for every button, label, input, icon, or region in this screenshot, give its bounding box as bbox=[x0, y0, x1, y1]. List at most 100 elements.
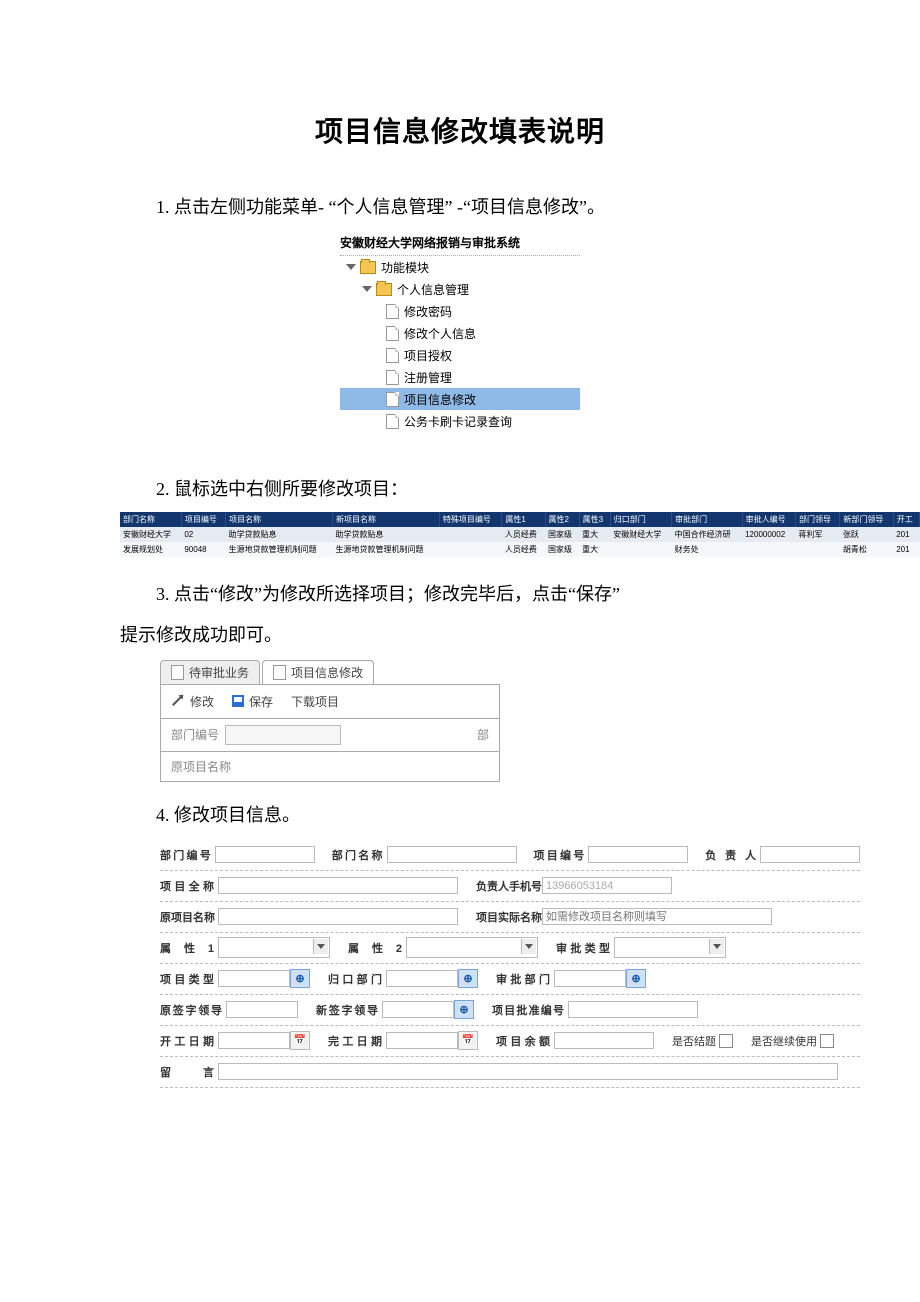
balance-field[interactable] bbox=[554, 1032, 654, 1049]
table-row[interactable]: 安徽财经大学02助学贷款贴息助学贷款贴息人员经费国家级重大安徽财经大学中国合作经… bbox=[120, 527, 920, 542]
lbl-attr1: 属 性 1 bbox=[160, 940, 218, 956]
review-type-select[interactable] bbox=[614, 937, 726, 958]
lbl-review-type: 审批类型 bbox=[556, 940, 614, 956]
continue-checkbox[interactable] bbox=[820, 1034, 834, 1048]
lookup-button[interactable]: ⊕ bbox=[454, 1000, 474, 1019]
download-button-label: 下载项目 bbox=[291, 693, 339, 710]
tree-item[interactable]: 修改个人信息 bbox=[340, 322, 580, 344]
menu-tree-screenshot: 安徽财经大学网络报销与审批系统 功能模块 个人信息管理 修改密码 修改个人信息 … bbox=[340, 232, 580, 432]
owner-phone-field[interactable] bbox=[542, 877, 672, 894]
table-cell bbox=[610, 542, 671, 557]
table-cell: 重大 bbox=[579, 542, 610, 557]
tree-root[interactable]: 功能模块 bbox=[340, 256, 580, 278]
table-cell: 120000002 bbox=[742, 527, 795, 542]
tree-item[interactable]: 修改密码 bbox=[340, 300, 580, 322]
lbl-closed: 是否结题 bbox=[672, 1033, 716, 1049]
owner-field[interactable] bbox=[760, 846, 860, 863]
download-button[interactable]: 下载项目 bbox=[291, 693, 339, 710]
table-cell: 生源地贷款管理机制问题 bbox=[333, 542, 440, 557]
tree-item-label: 公务卡刷卡记录查询 bbox=[404, 413, 512, 430]
file-icon bbox=[386, 414, 399, 429]
dept-name-field[interactable] bbox=[387, 846, 517, 863]
tree-item[interactable]: 项目授权 bbox=[340, 344, 580, 366]
lookup-button[interactable]: ⊕ bbox=[290, 969, 310, 988]
table-cell bbox=[796, 542, 840, 557]
edit-button[interactable]: 修改 bbox=[171, 693, 214, 710]
table-row[interactable]: 发展规划处90048生源地贷款管理机制问题生源地贷款管理机制问题人员经费国家级重… bbox=[120, 542, 920, 557]
attr1-select[interactable] bbox=[218, 937, 330, 958]
lbl-actual-name: 项目实际名称 bbox=[476, 909, 542, 925]
file-icon bbox=[171, 665, 184, 680]
tree-item[interactable]: 注册管理 bbox=[340, 366, 580, 388]
lbl-orig-name: 原项目名称 bbox=[160, 909, 218, 925]
lbl-end-date: 完工日期 bbox=[328, 1033, 386, 1049]
actual-name-field[interactable] bbox=[542, 908, 772, 925]
tab-edit-project[interactable]: 项目信息修改 bbox=[262, 660, 374, 684]
save-button[interactable]: 保存 bbox=[232, 693, 273, 710]
table-cell: 201 bbox=[893, 542, 919, 557]
tree-item-label: 注册管理 bbox=[404, 369, 452, 386]
chevron-down-icon bbox=[346, 264, 356, 270]
tree-item[interactable]: 公务卡刷卡记录查询 bbox=[340, 410, 580, 432]
table-cell: 02 bbox=[181, 527, 225, 542]
lbl-proj-no: 项目编号 bbox=[533, 847, 588, 863]
table-cell: 安徽财经大学 bbox=[610, 527, 671, 542]
lbl-owner-phone: 负责人手机号 bbox=[476, 878, 542, 894]
table-cell: 201 bbox=[893, 527, 919, 542]
dept-no-input[interactable] bbox=[225, 725, 341, 745]
step-3-text-b: 提示修改成功即可。 bbox=[120, 618, 800, 652]
edit-form: 部门编号 部门名称 项目编号 负 责 人 项目全称 负责人手机号 原项目名称 项… bbox=[160, 840, 860, 1088]
approval-no-field[interactable] bbox=[568, 1001, 698, 1018]
table-header: 新项目名称 bbox=[333, 512, 440, 527]
table-cell: 发展规划处 bbox=[120, 542, 181, 557]
table-header: 属性3 bbox=[579, 512, 610, 527]
table-header: 审批人编号 bbox=[742, 512, 795, 527]
home-dept-field[interactable] bbox=[386, 970, 458, 987]
tree-group-label: 个人信息管理 bbox=[397, 281, 469, 298]
table-cell: 张跃 bbox=[840, 527, 893, 542]
table-header: 部门名称 bbox=[120, 512, 181, 527]
page-title: 项目信息修改填表说明 bbox=[120, 110, 800, 150]
lbl-home-dept: 归口部门 bbox=[328, 971, 386, 987]
new-sign-field[interactable] bbox=[382, 1001, 454, 1018]
start-date-field[interactable] bbox=[218, 1032, 290, 1049]
table-header: 属性2 bbox=[545, 512, 579, 527]
tree-group[interactable]: 个人信息管理 bbox=[340, 278, 580, 300]
tree-item-label: 修改个人信息 bbox=[404, 325, 476, 342]
table-cell bbox=[439, 542, 502, 557]
project-table: 部门名称项目编号项目名称新项目名称特殊项目编号属性1属性2属性3归口部门审批部门… bbox=[120, 512, 920, 557]
attr2-select[interactable] bbox=[406, 937, 538, 958]
review-dept-field[interactable] bbox=[554, 970, 626, 987]
lbl-balance: 项目余额 bbox=[496, 1033, 554, 1049]
dept-label-partial: 部 bbox=[477, 726, 489, 743]
table-cell: 国家级 bbox=[545, 527, 579, 542]
file-icon bbox=[273, 665, 286, 680]
pencil-icon bbox=[172, 696, 182, 706]
lookup-button[interactable]: ⊕ bbox=[458, 969, 478, 988]
proj-no-field[interactable] bbox=[588, 846, 688, 863]
system-title: 安徽财经大学网络报销与审批系统 bbox=[340, 232, 580, 256]
dept-no-field[interactable] bbox=[215, 846, 315, 863]
orig-name-field[interactable] bbox=[218, 908, 458, 925]
proj-type-field[interactable] bbox=[218, 970, 290, 987]
chevron-down-icon bbox=[709, 939, 724, 954]
lbl-start-date: 开工日期 bbox=[160, 1033, 218, 1049]
table-cell: 国家级 bbox=[545, 542, 579, 557]
table-cell bbox=[742, 542, 795, 557]
orig-sign-field[interactable] bbox=[226, 1001, 298, 1018]
table-cell: 90048 bbox=[181, 542, 225, 557]
proj-full-field[interactable] bbox=[218, 877, 458, 894]
lookup-button[interactable]: ⊕ bbox=[626, 969, 646, 988]
file-icon bbox=[386, 304, 399, 319]
tab-pending[interactable]: 待审批业务 bbox=[160, 660, 260, 684]
lbl-remark: 留 言 bbox=[160, 1064, 218, 1080]
calendar-icon[interactable]: 📅 bbox=[458, 1031, 478, 1050]
table-header: 新部门领导 bbox=[840, 512, 893, 527]
remark-field[interactable] bbox=[218, 1063, 838, 1080]
tree-item-selected[interactable]: 项目信息修改 bbox=[340, 388, 580, 410]
table-header: 开工 bbox=[893, 512, 919, 527]
calendar-icon[interactable]: 📅 bbox=[290, 1031, 310, 1050]
closed-checkbox[interactable] bbox=[719, 1034, 733, 1048]
table-header: 归口部门 bbox=[610, 512, 671, 527]
end-date-field[interactable] bbox=[386, 1032, 458, 1049]
